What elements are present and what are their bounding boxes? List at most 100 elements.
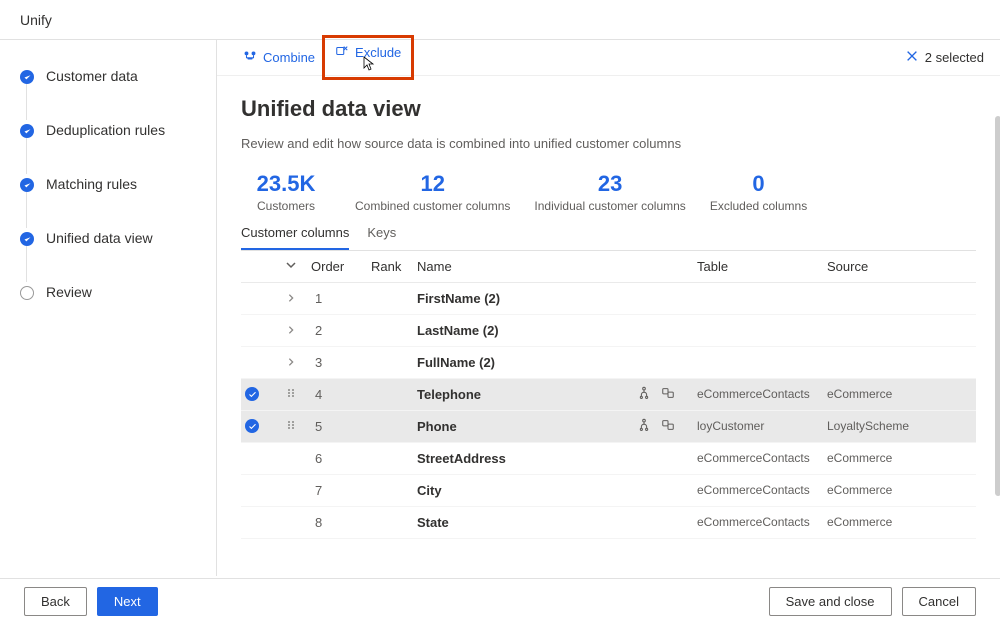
summary-label: Combined customer columns [355, 199, 510, 215]
cell-name: City [417, 483, 637, 498]
sidebar-step[interactable]: Customer data [20, 68, 216, 122]
selection-info[interactable]: 2 selected [905, 49, 984, 66]
sidebar-step-label: Deduplication rules [46, 122, 165, 138]
content: Unified data view Review and edit how so… [217, 76, 1000, 576]
circle-icon [20, 286, 34, 300]
cell-table: eCommerceContacts [697, 451, 827, 465]
sidebar-step[interactable]: Deduplication rules [20, 122, 216, 176]
cell-source: eCommerce [827, 387, 937, 401]
table-header: Order Rank Name Table Source [241, 251, 976, 283]
cell-table: eCommerceContacts [697, 515, 827, 529]
chevron-right-icon[interactable] [286, 323, 296, 333]
table-row[interactable]: 7CityeCommerceContactseCommerce [241, 475, 976, 507]
table-row[interactable]: 1 FirstName (2) [241, 283, 976, 315]
main-panel: Combine Exclude 2 selected [216, 40, 1000, 576]
group-icon[interactable] [661, 418, 675, 432]
sidebar-step[interactable]: Matching rules [20, 176, 216, 230]
columns-table: Order Rank Name Table Source 1 FirstName … [241, 251, 976, 539]
tabs: Customer columns Keys [241, 219, 976, 251]
exclude-highlight: Exclude [322, 35, 414, 80]
summary-block: 23.5K Customers [241, 171, 331, 215]
table-row[interactable]: 8 State eCommerceContactseCommerce [241, 507, 976, 539]
cell-source: eCommerce [827, 483, 937, 497]
check-circle-icon [20, 124, 34, 138]
page-subtitle: Review and edit how source data is combi… [241, 136, 976, 151]
footer: Back Next Save and close Cancel [0, 578, 1000, 624]
cell-order: 3 [311, 355, 371, 370]
cell-table: loyCustomer [697, 419, 827, 433]
cell-order: 2 [311, 323, 371, 338]
summary-block: 12 Combined customer columns [355, 171, 510, 215]
next-button[interactable]: Next [97, 587, 158, 616]
summary-value: 23.5K [241, 171, 331, 197]
checked-icon[interactable] [245, 419, 259, 433]
chevron-right-icon[interactable] [286, 291, 296, 301]
table-row[interactable]: 2 LastName (2) [241, 315, 976, 347]
summary-row: 23.5K Customers 12 Combined customer colu… [241, 171, 976, 215]
group-icon[interactable] [661, 386, 675, 400]
close-icon[interactable] [905, 49, 919, 66]
chevron-right-icon[interactable] [286, 355, 296, 365]
tab-keys[interactable]: Keys [367, 219, 396, 250]
sidebar-step[interactable]: Review [20, 284, 216, 300]
table-row[interactable]: 4 Telephone eCommerceContactseCommerce [241, 379, 976, 411]
th-table[interactable]: Table [697, 259, 827, 274]
cell-order: 4 [311, 387, 371, 402]
cell-source: eCommerce [827, 451, 937, 465]
combine-button[interactable]: Combine [233, 43, 325, 72]
cell-source: LoyaltyScheme [827, 419, 937, 433]
cell-table: eCommerceContacts [697, 387, 827, 401]
cell-source: eCommerce [827, 515, 937, 529]
sidebar-step-label: Review [46, 284, 92, 300]
summary-label: Customers [241, 199, 331, 215]
summary-block: 0 Excluded columns [710, 171, 807, 215]
save-close-button[interactable]: Save and close [769, 587, 892, 616]
cell-order: 7 [311, 483, 371, 498]
scrollbar[interactable] [995, 116, 1000, 556]
sidebar-step[interactable]: Unified data view [20, 230, 216, 284]
summary-value: 0 [710, 171, 807, 197]
cell-order: 8 [311, 515, 371, 530]
ungroup-icon[interactable] [637, 386, 651, 400]
drag-handle-icon[interactable] [285, 387, 297, 402]
th-name[interactable]: Name [417, 259, 637, 274]
sidebar-step-label: Unified data view [46, 230, 153, 246]
ungroup-icon[interactable] [637, 418, 651, 432]
cancel-button[interactable]: Cancel [902, 587, 976, 616]
check-circle-icon [20, 178, 34, 192]
th-order[interactable]: Order [311, 259, 371, 274]
toolbar: Combine Exclude 2 selected [217, 40, 1000, 76]
table-row[interactable]: 6 StreetAddress eCommerceContactseCommerce [241, 443, 976, 475]
header: Unify [0, 0, 1000, 40]
cell-order: 1 [311, 291, 371, 306]
cell-name: State [417, 515, 637, 530]
combine-label: Combine [263, 50, 315, 65]
check-circle-icon [20, 232, 34, 246]
cell-name: StreetAddress [417, 451, 637, 466]
exclude-icon [335, 44, 349, 61]
summary-label: Excluded columns [710, 199, 807, 215]
drag-handle-icon[interactable] [285, 419, 297, 434]
chevron-down-icon[interactable] [271, 259, 311, 274]
page-title: Unified data view [241, 96, 976, 122]
cell-order: 6 [311, 451, 371, 466]
check-circle-icon [20, 70, 34, 84]
th-rank[interactable]: Rank [371, 259, 417, 274]
cell-name: Telephone [417, 387, 637, 402]
back-button[interactable]: Back [24, 587, 87, 616]
table-row[interactable]: 3 FullName (2) [241, 347, 976, 379]
table-row[interactable]: 5Phone loyCustomerLoyaltyScheme [241, 411, 976, 443]
summary-label: Individual customer columns [534, 199, 685, 215]
th-source[interactable]: Source [827, 259, 937, 274]
sidebar-step-label: Matching rules [46, 176, 137, 192]
cell-order: 5 [311, 419, 371, 434]
summary-block: 23 Individual customer columns [534, 171, 685, 215]
cell-name: FullName (2) [417, 355, 637, 370]
cell-name: FirstName (2) [417, 291, 637, 306]
sidebar-step-label: Customer data [46, 68, 138, 84]
tab-customer-columns[interactable]: Customer columns [241, 219, 349, 250]
checked-icon[interactable] [245, 387, 259, 401]
summary-value: 12 [355, 171, 510, 197]
cell-name: LastName (2) [417, 323, 637, 338]
app-title: Unify [20, 12, 52, 28]
